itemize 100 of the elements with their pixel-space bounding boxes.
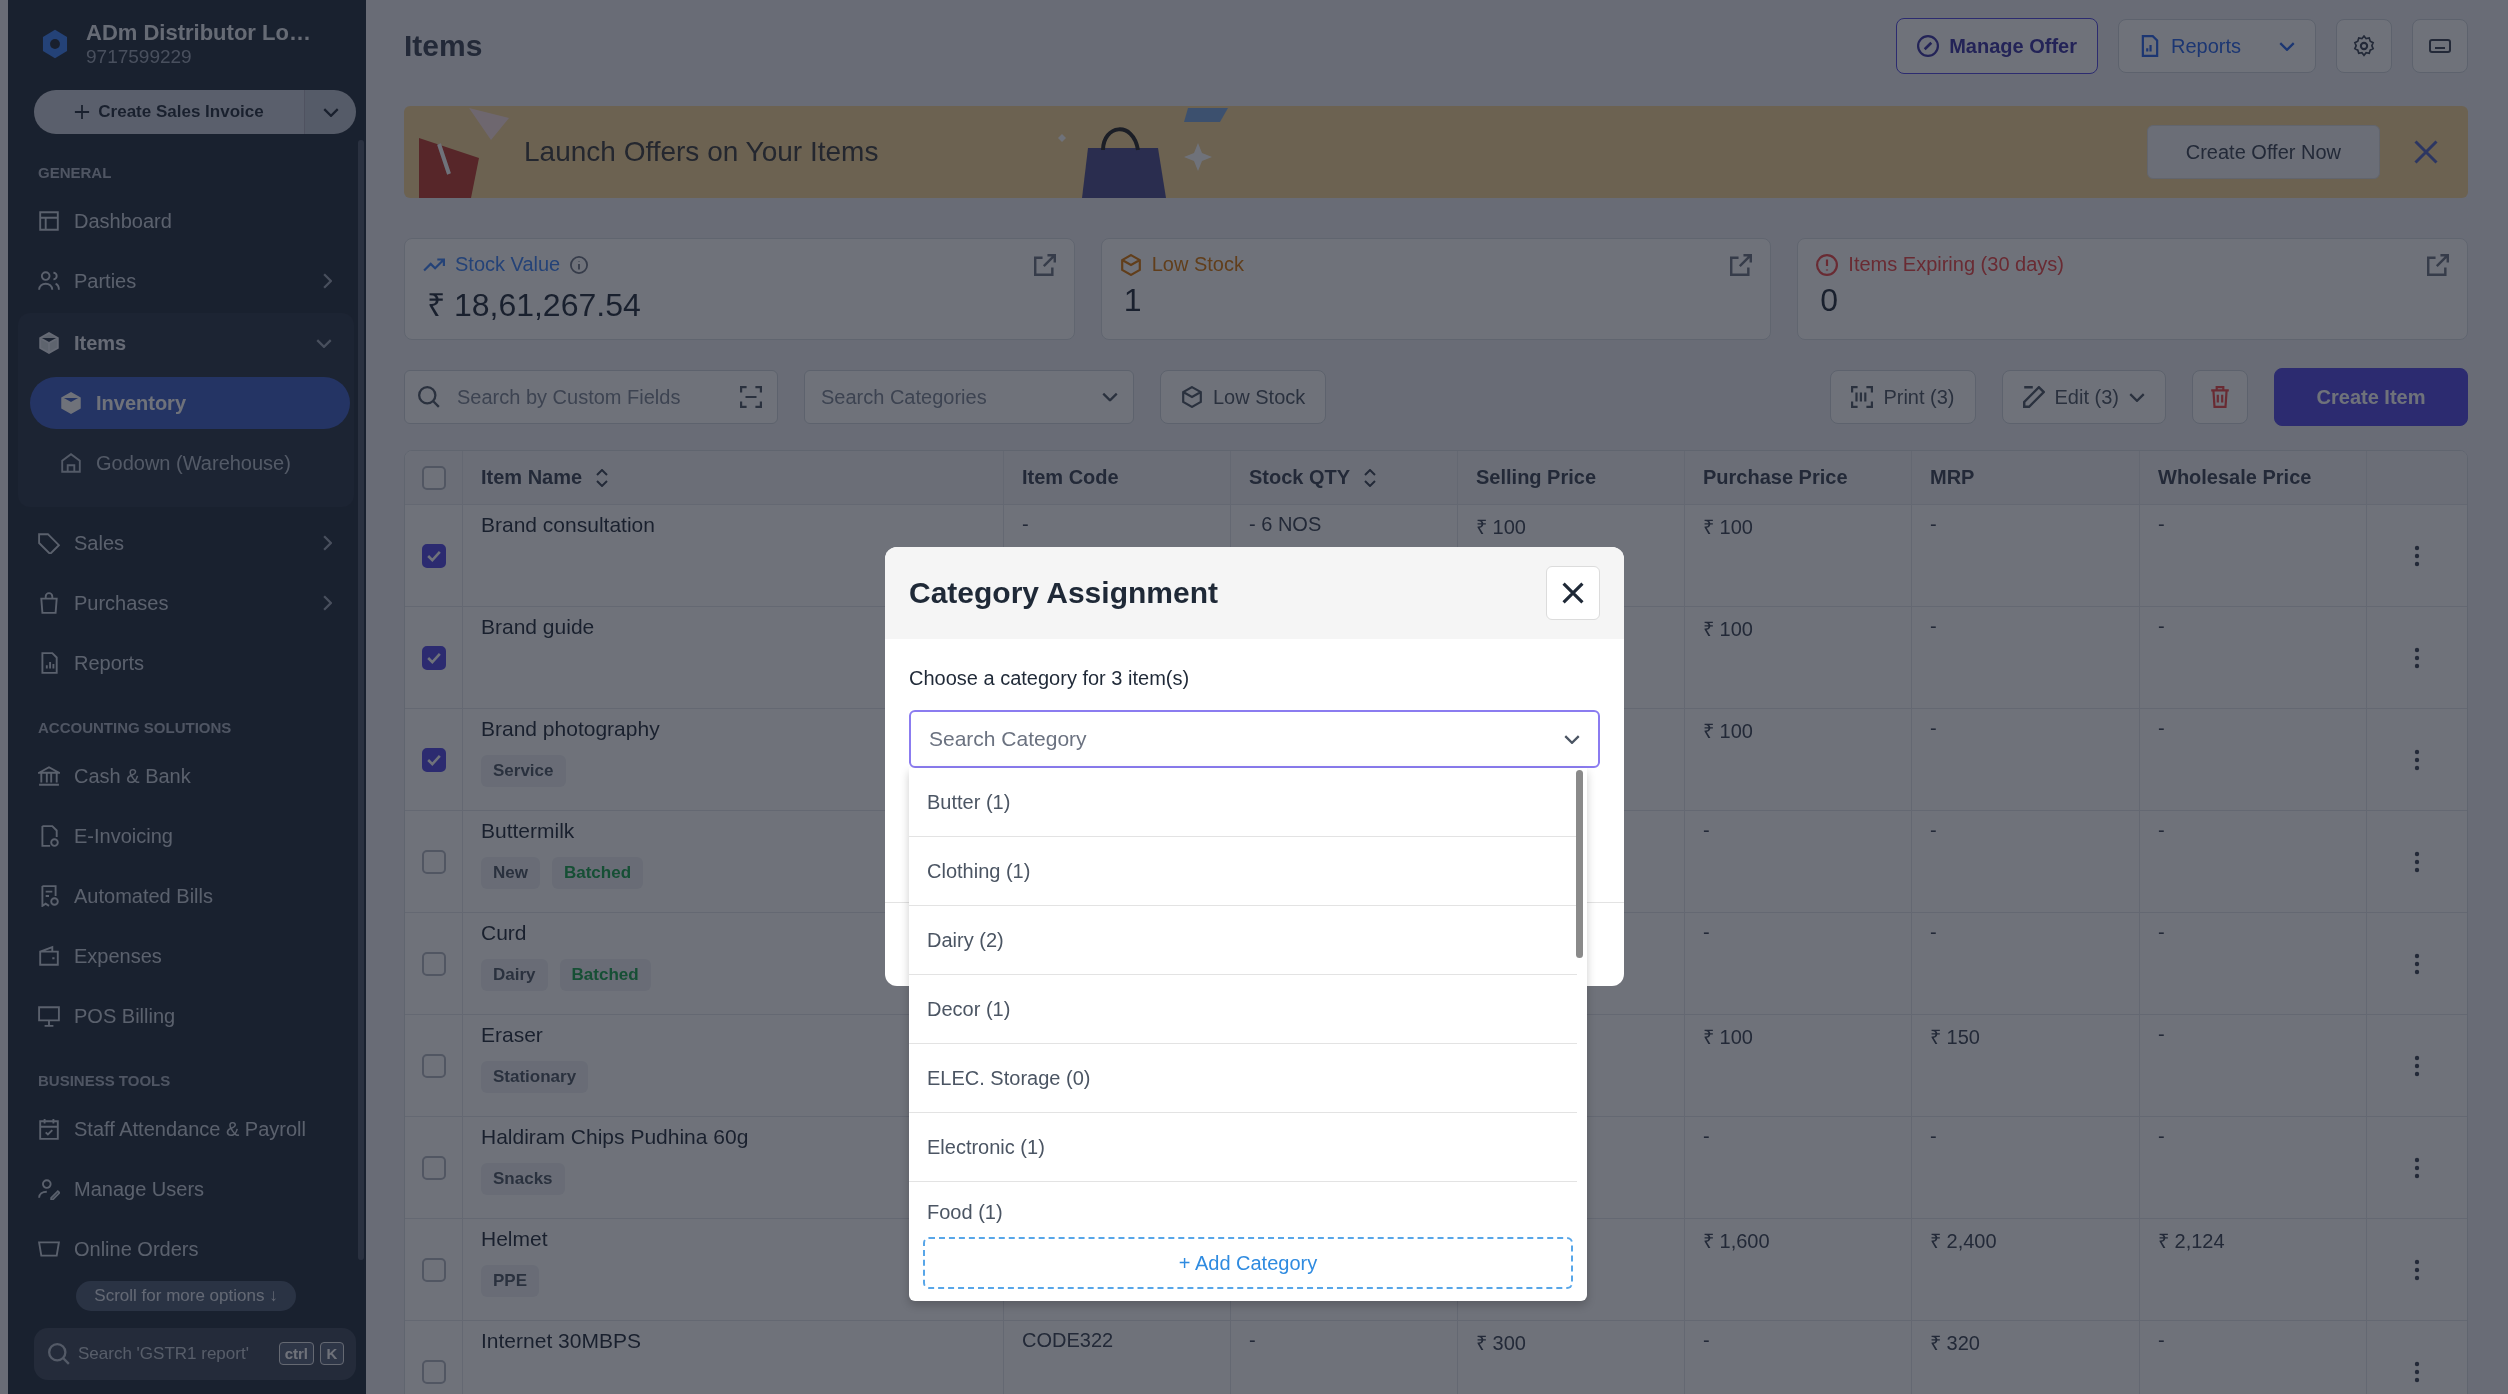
item-name[interactable]: Haldiram Chips Pudhina 60g [481, 1125, 749, 1149]
checkbox[interactable] [421, 1359, 446, 1384]
table-cell-text: ₹ 100 [1476, 515, 1526, 540]
more-options-icon[interactable] [2414, 1359, 2420, 1384]
item-name[interactable]: Internet 30MBPS [481, 1329, 641, 1353]
dropdown-button[interactable] [304, 90, 356, 134]
column-header: Stock QTY [1249, 466, 1351, 489]
category-option[interactable]: Electronic (1) [909, 1113, 1577, 1182]
more-options-icon[interactable] [2414, 645, 2420, 670]
external-link-icon[interactable] [1033, 253, 1056, 276]
people-icon [38, 270, 60, 292]
more-options-icon[interactable] [2414, 951, 2420, 976]
receipt-icon [38, 885, 60, 907]
sort-icon[interactable] [1364, 468, 1377, 487]
checkbox[interactable] [421, 1257, 446, 1282]
item-name[interactable]: Brand photography [481, 717, 660, 741]
create-sales-invoice-button[interactable]: Create Sales Invoice [34, 90, 304, 134]
search-icon [48, 1343, 70, 1365]
bank-icon [38, 765, 60, 787]
sidebar-item[interactable]: Cash & Bank [18, 746, 354, 806]
dialog-title: Category Assignment [909, 576, 1218, 610]
category-search-field[interactable]: Search Category [909, 710, 1600, 768]
chevron-down-icon [322, 107, 339, 117]
checkbox[interactable] [421, 849, 446, 874]
item-name[interactable]: Eraser [481, 1023, 543, 1047]
item-tag: Batched [551, 857, 644, 889]
table-cell-text: ₹ 320 [1930, 1331, 1980, 1356]
close-button[interactable] [1546, 566, 1600, 620]
external-link-icon[interactable] [2427, 253, 2449, 276]
checkbox[interactable] [421, 543, 446, 568]
scan-icon[interactable] [740, 386, 762, 408]
table-cell: - [1703, 1329, 1710, 1352]
more-options-icon[interactable] [2414, 1155, 2420, 1180]
item-tag: Dairy [481, 959, 548, 991]
sidebar-item[interactable]: Automated Bills [18, 866, 354, 926]
table-cell: - 6 NOS [1249, 513, 1322, 536]
plus-icon [74, 104, 91, 120]
print-button[interactable]: Print (3) [1830, 370, 1976, 424]
checkbox[interactable] [421, 645, 446, 670]
stat-value: ₹ 18,61,267.54 [426, 286, 642, 325]
file-icon [38, 825, 60, 847]
more-options-icon[interactable] [2414, 747, 2420, 772]
settings-button[interactable] [2336, 19, 2392, 73]
sidebar-item[interactable]: POS Billing [18, 986, 354, 1046]
checkbox[interactable] [421, 747, 446, 772]
add-category-button[interactable]: + Add Category [923, 1237, 1573, 1289]
checkbox[interactable] [421, 951, 446, 976]
chevron-down-icon [2129, 392, 2145, 402]
item-name[interactable]: Brand consultation [481, 513, 655, 537]
bag-icon [38, 592, 60, 614]
sidebar-item[interactable]: Manage Users [18, 1159, 354, 1219]
column-header: Purchase Price [1703, 466, 1848, 489]
table-cell-text: ₹ 100 [1703, 617, 1753, 642]
delete-button[interactable] [2192, 370, 2248, 424]
sidebar-subitem[interactable]: Inventory [30, 377, 350, 429]
checkbox[interactable] [421, 465, 446, 490]
sidebar-item[interactable]: Dashboard [18, 191, 354, 251]
category-option[interactable]: Decor (1) [909, 975, 1577, 1044]
item-name[interactable]: Curd [481, 921, 527, 945]
banner-text: Launch Offers on Your Items [524, 136, 879, 168]
table-cell: - [2158, 921, 2165, 944]
reports-button[interactable]: Reports [2118, 19, 2316, 73]
checkbox[interactable] [421, 1053, 446, 1078]
stat-label: Items Expiring (30 days) [1848, 253, 2064, 276]
category-option[interactable]: Food (1) [909, 1182, 1577, 1236]
sidebar-item[interactable]: Purchases [18, 573, 354, 633]
scrollbar[interactable] [1576, 770, 1583, 958]
edit-button[interactable]: Edit (3) [2001, 370, 2166, 424]
external-link-icon[interactable] [1730, 253, 1753, 276]
discount-icon [1917, 35, 1940, 57]
category-option[interactable]: ELEC. Storage (0) [909, 1044, 1577, 1113]
create-item-button[interactable]: Create Item [2274, 368, 2468, 426]
item-tag: PPE [481, 1265, 540, 1297]
item-name[interactable]: Helmet [481, 1227, 548, 1251]
sort-icon[interactable] [596, 468, 609, 487]
sidebar-item[interactable]: E-Invoicing [18, 806, 354, 866]
sidebar-item[interactable]: Online Orders [18, 1219, 354, 1279]
create-offer-button[interactable]: Create Offer Now [2146, 125, 2380, 179]
item-tag: Batched [559, 959, 651, 991]
sidebar-item[interactable]: Expenses [18, 926, 354, 986]
item-name[interactable]: Buttermilk [481, 819, 575, 843]
table-cell: - [1930, 921, 1937, 944]
document-icon [2139, 35, 2161, 57]
more-options-icon[interactable] [2414, 1053, 2420, 1078]
more-options-icon[interactable] [2414, 543, 2420, 568]
more-options-icon[interactable] [2414, 849, 2420, 874]
sidebar-item[interactable]: Sales [18, 513, 354, 573]
sidebar-item[interactable]: Reports [18, 633, 354, 693]
keyboard-button[interactable] [2412, 19, 2468, 73]
stat-label: Low Stock [1151, 253, 1244, 276]
manage-offer-button[interactable]: Manage Offer [1896, 18, 2098, 74]
checkbox[interactable] [421, 1155, 446, 1180]
more-options-icon[interactable] [2414, 1257, 2420, 1282]
table-cell: - [2158, 1125, 2165, 1148]
low-stock-button[interactable]: Low Stock [1160, 370, 1327, 424]
sidebar-item[interactable]: Staff Attendance & Payroll [18, 1099, 354, 1159]
sidebar-item[interactable]: Items [18, 313, 354, 373]
item-name[interactable]: Brand guide [481, 615, 595, 639]
sidebar-item[interactable]: Parties [18, 251, 354, 311]
close-icon[interactable] [2414, 140, 2438, 164]
